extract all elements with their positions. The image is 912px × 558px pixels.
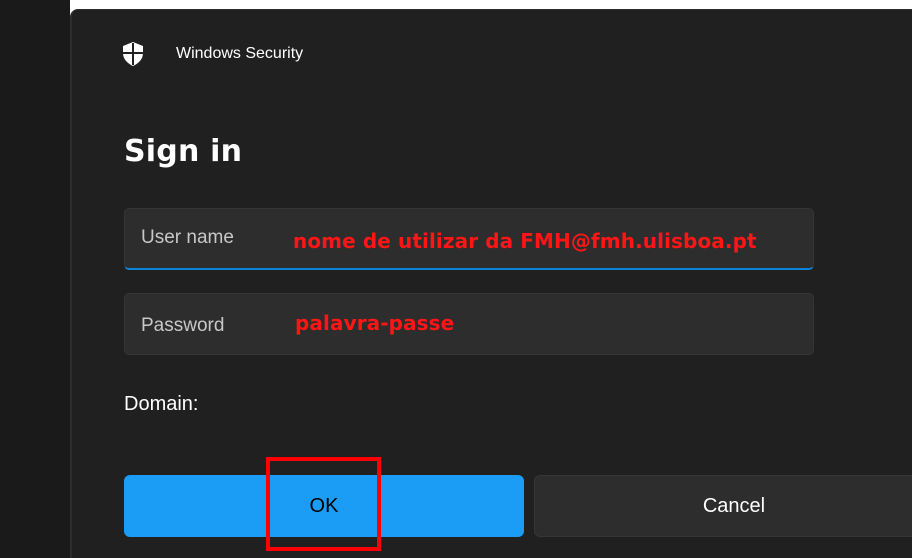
dialog-titlebar: Windows Security — [122, 40, 303, 68]
username-input[interactable] — [141, 208, 281, 267]
cancel-button[interactable]: Cancel — [534, 475, 912, 537]
password-annotation: palavra-passe — [295, 311, 455, 335]
background-desktop — [0, 0, 70, 558]
shield-icon — [122, 41, 144, 67]
ok-button[interactable]: OK — [124, 475, 524, 537]
page-title: Sign in — [124, 134, 243, 169]
domain-label: Domain: — [124, 393, 199, 415]
username-field[interactable]: nome de utilizar da FMH@fmh.ulisboa.pt — [124, 208, 814, 270]
password-field[interactable]: palavra-passe — [124, 293, 814, 356]
username-annotation: nome de utilizar da FMH@fmh.ulisboa.pt — [293, 229, 757, 253]
password-input[interactable] — [141, 296, 281, 356]
windows-security-dialog: Windows Security Sign in nome de utiliza… — [70, 9, 912, 558]
app-title: Windows Security — [176, 45, 304, 62]
screenshot-stage: Windows Security Sign in nome de utiliza… — [0, 0, 912, 558]
